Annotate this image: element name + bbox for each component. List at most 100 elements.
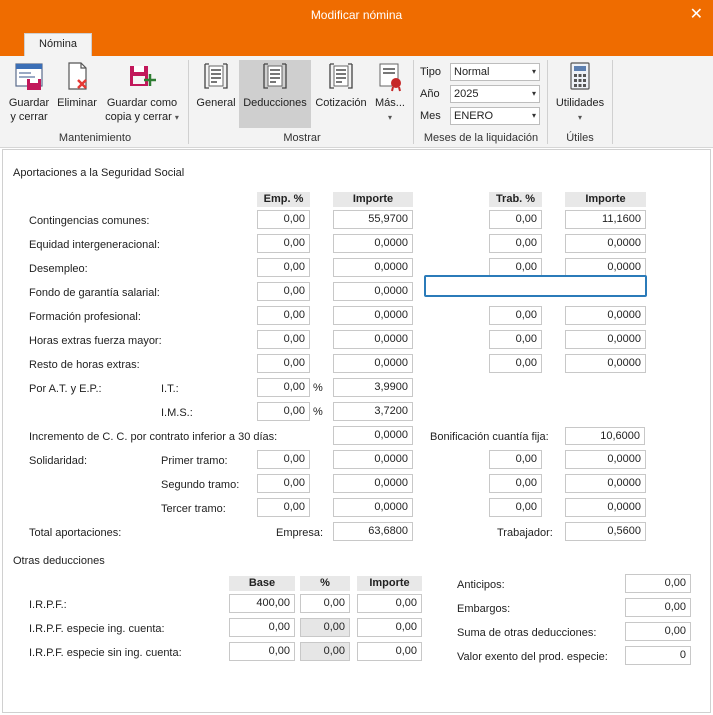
chevron-down-icon: ▾ [531,89,536,98]
horas-fm-importe-trab[interactable]: 0,0000 [565,330,646,349]
primer-tramo-emp-pct[interactable]: 0,00 [257,450,310,469]
suma-otras-value[interactable]: 0,00 [625,622,691,641]
utilidades-button[interactable]: Utilidades ▾ [552,60,608,128]
bonificacion-value[interactable]: 10,6000 [565,427,645,445]
primer-tramo-importe[interactable]: 0,0000 [333,450,413,469]
mes-value: ENERO [454,110,494,122]
window-title: Modificar nómina [310,8,403,22]
contingencias-emp-pct[interactable]: 0,00 [257,210,310,229]
irpf-pct[interactable]: 0,00 [300,594,350,613]
formacion-importe[interactable]: 0,0000 [333,306,413,325]
certificate-icon [379,63,401,92]
primer-tramo-importe-trab[interactable]: 0,0000 [565,450,646,469]
equidad-emp-pct[interactable]: 0,00 [257,234,310,253]
total-empresa[interactable]: 63,6800 [333,522,413,541]
irpf-importe[interactable]: 0,00 [357,594,422,613]
save-and-close-button[interactable]: Guardar y cerrar [5,60,53,124]
tab-strip: Nómina [0,30,713,56]
resto-horas-importe[interactable]: 0,0000 [333,354,413,373]
tercer-tramo-emp-pct[interactable]: 0,00 [257,498,310,517]
tercer-tramo-importe-trab[interactable]: 0,0000 [565,498,646,517]
section-title-seg-social: Aportaciones a la Seguridad Social [13,167,185,179]
it-pct-sign: % [313,382,323,394]
title-bar: Modificar nómina ✕ [0,0,713,30]
row-label: Resto de horas extras: [29,359,140,371]
equidad-importe-trab[interactable]: 0,0000 [565,234,646,253]
save-copy-close-button[interactable]: Guardar como copia y cerrar ▾ [102,60,182,125]
row-label: Contingencias comunes: [29,215,150,227]
anio-select[interactable]: 2025 ▾ [450,85,540,103]
primer-tramo-label: Primer tramo: [161,455,228,467]
show-cotizacion-button[interactable]: Cotización [313,60,369,128]
ims-importe[interactable]: 3,7200 [333,402,413,421]
fondo-importe[interactable]: 0,0000 [333,282,413,301]
equidad-importe[interactable]: 0,0000 [333,234,413,253]
tercer-tramo-importe[interactable]: 0,0000 [333,498,413,517]
suma-otras-label: Suma de otras deducciones: [457,627,597,639]
resto-horas-importe-trab[interactable]: 0,0000 [565,354,646,373]
chevron-down-icon: ▾ [577,113,582,122]
it-importe[interactable]: 3,9900 [333,378,413,397]
it-pct[interactable]: 0,00 [257,378,310,397]
row-label: Fondo de garantía salarial: [29,287,160,299]
fondo-emp-pct[interactable]: 0,00 [257,282,310,301]
horas-fm-emp-pct[interactable]: 0,00 [257,330,310,349]
header-emp-pct: Emp. % [257,192,310,207]
irpf-especie-con-base[interactable]: 0,00 [229,618,295,637]
incremento-importe[interactable]: 0,0000 [333,426,413,445]
valor-exento-value[interactable]: 0 [625,646,691,665]
tab-nomina[interactable]: Nómina [24,33,92,56]
segundo-tramo-emp-pct[interactable]: 0,00 [257,474,310,493]
at-ep-label: Por A.T. y E.P.: [29,383,102,395]
anticipos-value[interactable]: 0,00 [625,574,691,593]
save-copy-line1: Guardar como [106,97,178,109]
irpf-especie-con-importe[interactable]: 0,00 [357,618,422,637]
close-icon[interactable]: ✕ [690,4,703,24]
irpf-base[interactable]: 400,00 [229,594,295,613]
solidaridad-label: Solidaridad: [29,455,88,467]
equidad-trab-pct[interactable]: 0,00 [489,234,542,253]
desempleo-emp-pct[interactable]: 0,00 [257,258,310,277]
irpf-label: I.R.P.F.: [29,599,67,611]
ims-pct[interactable]: 0,00 [257,402,310,421]
header-importe-otras: Importe [357,576,422,591]
total-trabajador[interactable]: 0,5600 [565,522,646,541]
tipo-select[interactable]: Normal ▾ [450,63,540,81]
formacion-emp-pct[interactable]: 0,00 [257,306,310,325]
show-more-button[interactable]: Más... ▾ [372,60,408,128]
embargos-value[interactable]: 0,00 [625,598,691,617]
ribbon-divider [188,60,189,144]
irpf-especie-sin-base[interactable]: 0,00 [229,642,295,661]
horas-fm-importe[interactable]: 0,0000 [333,330,413,349]
formacion-trab-pct[interactable]: 0,00 [489,306,542,325]
tercer-tramo-trab-pct[interactable]: 0,00 [489,498,542,517]
chevron-down-icon: ▾ [531,111,536,120]
irpf-especie-sin-importe[interactable]: 0,00 [357,642,422,661]
calculator-icon [570,62,590,90]
mes-select[interactable]: ENERO ▾ [450,107,540,125]
ims-label: I.M.S.: [161,407,193,419]
ribbon-divider [413,60,414,144]
chevron-down-icon: ▾ [531,67,536,76]
row-label: Formación profesional: [29,311,141,323]
desempleo-importe[interactable]: 0,0000 [333,258,413,277]
contingencias-trab-pct[interactable]: 0,00 [489,210,542,229]
segundo-tramo-importe[interactable]: 0,0000 [333,474,413,493]
irpf-especie-sin-pct: 0,00 [300,642,350,661]
save-window-icon [15,63,43,90]
segundo-tramo-trab-pct[interactable]: 0,00 [489,474,542,493]
delete-button[interactable]: Eliminar [55,60,99,110]
contingencias-importe[interactable]: 55,9700 [333,210,413,229]
segundo-tramo-importe-trab[interactable]: 0,0000 [565,474,646,493]
segundo-tramo-label: Segundo tramo: [161,479,240,491]
horas-fm-trab-pct[interactable]: 0,00 [489,330,542,349]
anticipos-label: Anticipos: [457,579,505,591]
show-deducciones-button[interactable]: Deducciones [239,60,311,128]
resto-horas-emp-pct[interactable]: 0,00 [257,354,310,373]
contingencias-importe-trab[interactable]: 11,1600 [565,210,646,229]
primer-tramo-trab-pct[interactable]: 0,00 [489,450,542,469]
resto-horas-trab-pct[interactable]: 0,00 [489,354,542,373]
formacion-importe-trab[interactable]: 0,0000 [565,306,646,325]
deducciones-label: Deducciones [243,97,307,109]
show-general-button[interactable]: General [194,60,238,128]
